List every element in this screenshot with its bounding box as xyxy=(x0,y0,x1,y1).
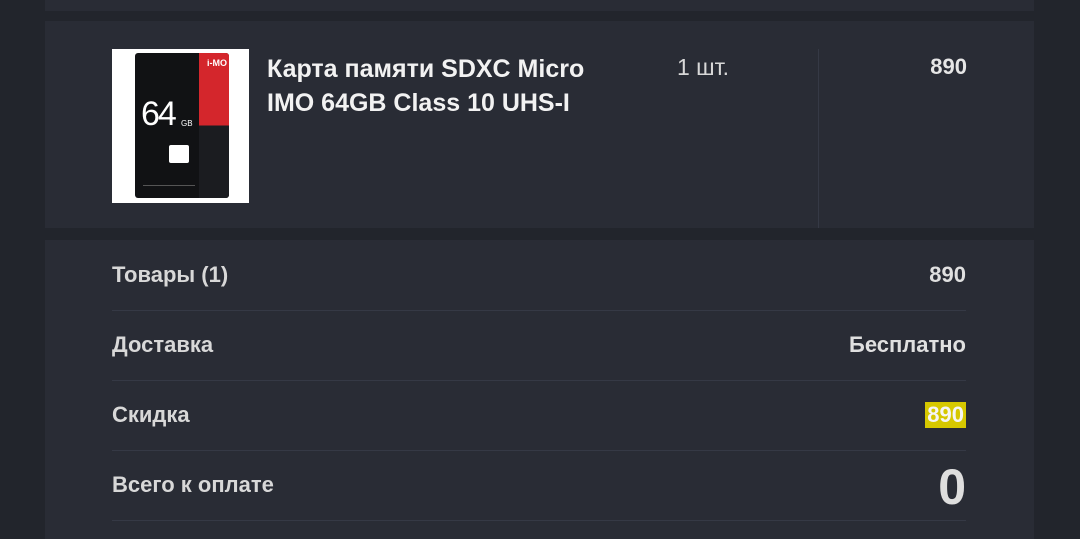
goods-label: Товары (1) xyxy=(112,262,229,287)
product-image[interactable]: i-MO 64 GB xyxy=(112,49,249,203)
summary-row-goods: Товары (1) 890 xyxy=(112,240,966,311)
column-divider xyxy=(818,49,819,228)
total-label: Всего к оплате xyxy=(112,472,274,497)
goods-value: 890 xyxy=(929,262,966,287)
brand-stripe xyxy=(199,53,229,198)
discount-value: 890 xyxy=(925,402,966,428)
order-summary-card: Товары (1) 890 Доставка Бесплатно Скидка… xyxy=(45,240,1034,539)
summary-row-delivery: Доставка Бесплатно xyxy=(112,310,966,381)
discount-label: Скидка xyxy=(112,402,190,427)
product-price: 890 xyxy=(930,54,967,79)
product-quantity: 1 шт. xyxy=(677,54,730,80)
order-item-card: i-MO 64 GB Карта памяти SDXC Micro IMO 6… xyxy=(45,21,1034,228)
summary-row-total: Всего к оплате 0 xyxy=(112,450,966,521)
card-footer-marks xyxy=(143,185,195,192)
previous-card-edge xyxy=(45,0,1034,11)
capacity-unit: GB xyxy=(181,119,193,128)
product-title[interactable]: Карта памяти SDXC Micro IMO 64GB Class 1… xyxy=(267,52,627,120)
sd-logo-icon xyxy=(169,145,189,163)
checkout-page: i-MO 64 GB Карта памяти SDXC Micro IMO 6… xyxy=(0,0,1080,539)
capacity-label: 64 xyxy=(141,95,177,133)
total-value: 0 xyxy=(938,459,966,515)
brand-logo: i-MO xyxy=(207,58,227,68)
memory-card-picture: i-MO 64 GB xyxy=(135,53,229,198)
delivery-value: Бесплатно xyxy=(849,332,966,357)
delivery-label: Доставка xyxy=(112,332,214,357)
summary-row-discount: Скидка 890 xyxy=(112,380,966,451)
